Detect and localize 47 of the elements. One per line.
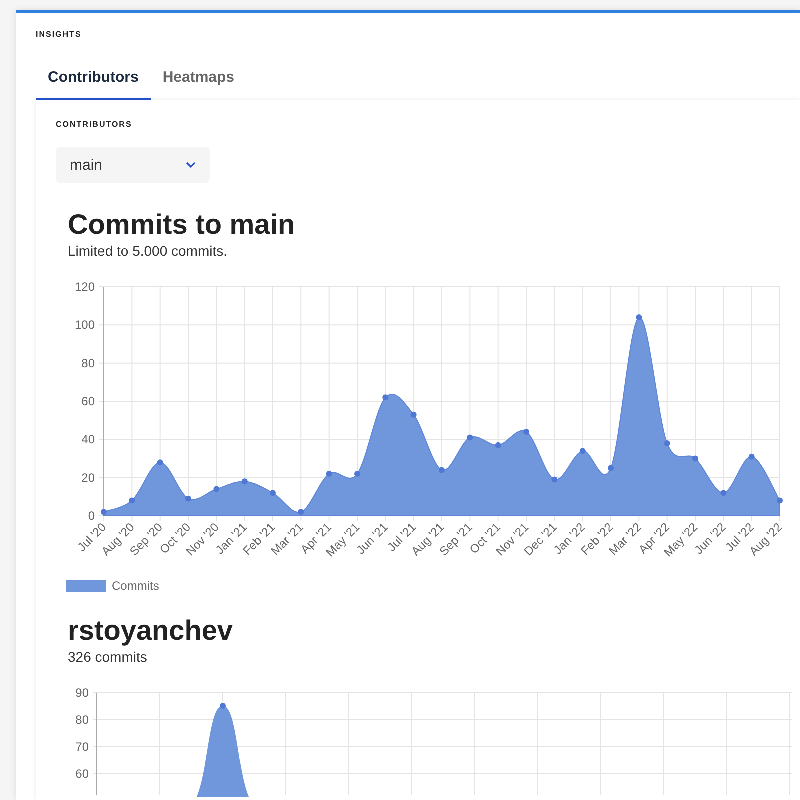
data-point — [580, 448, 586, 454]
axis-tick-label: 70 — [76, 740, 89, 754]
data-point — [101, 509, 107, 516]
data-point — [467, 434, 474, 441]
legend-swatch — [66, 580, 106, 592]
axis-tick-label: 80 — [76, 713, 89, 727]
data-point — [439, 467, 445, 474]
axis-tick-label: 40 — [82, 432, 95, 447]
data-point — [157, 460, 164, 466]
tab[interactable]: Heatmaps — [150, 61, 247, 100]
chart-subtitle: Limited to 5.000 commits. — [68, 243, 229, 259]
axis-tick-label: 0 — [88, 509, 95, 523]
section-title: INSIGHTS — [36, 29, 83, 39]
contributor-name: rstoyanchev — [68, 615, 234, 647]
axis-tick-label: 120 — [74, 280, 95, 294]
data-point — [129, 498, 136, 504]
data-point — [242, 478, 248, 485]
data-point — [608, 465, 614, 472]
data-point — [748, 454, 755, 460]
data-point — [524, 429, 530, 436]
axis-tick-label: 20 — [82, 470, 95, 485]
data-point — [298, 509, 304, 516]
data-point — [270, 490, 276, 496]
axis-tick-label: 90 — [76, 686, 89, 700]
data-point — [495, 442, 502, 448]
axis-tick-label: 80 — [82, 356, 95, 370]
data-point — [720, 490, 727, 496]
chevron-down-icon — [186, 162, 196, 168]
data-point — [354, 471, 360, 478]
legend-label: Commits — [112, 579, 160, 593]
data-point — [382, 394, 389, 401]
panel-title: CONTRIBUTORS — [56, 120, 134, 129]
data-point — [692, 456, 698, 462]
data-point — [186, 496, 192, 502]
axis-tick-label: 60 — [76, 767, 89, 781]
commit-count: 326 commits — [68, 649, 148, 665]
axis-tick-label: 100 — [74, 318, 95, 332]
data-point — [636, 314, 642, 321]
chart-heading: Commits to main — [68, 209, 296, 241]
data-point — [552, 476, 558, 483]
data-point — [214, 486, 220, 492]
data-point — [410, 412, 417, 418]
branch-select[interactable]: main — [56, 147, 210, 183]
data-point — [326, 471, 332, 478]
data-point — [777, 498, 783, 504]
axis-tick-label: 60 — [82, 394, 95, 408]
data-point — [664, 440, 670, 446]
